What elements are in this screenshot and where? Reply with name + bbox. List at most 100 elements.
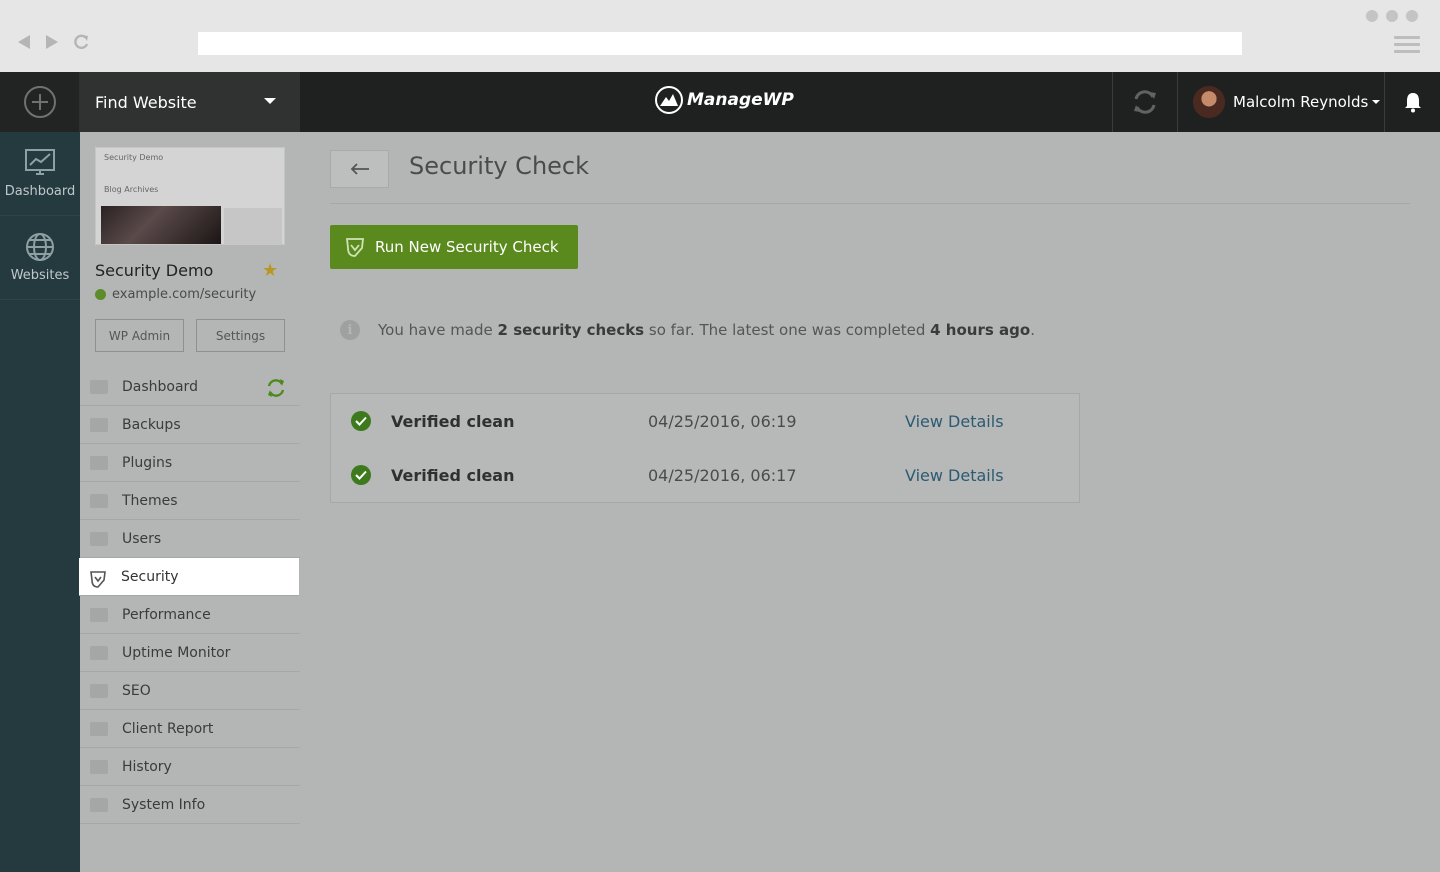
back-arrow-icon[interactable] [16,33,34,53]
user-menu[interactable]: Malcolm Reynolds [1193,72,1381,132]
sidebar-item-label: Themes [122,492,178,509]
thumb-sidebar [224,208,282,244]
find-website-dropdown[interactable]: Find Website [80,72,300,132]
arrow-left-icon [350,163,369,175]
site-status-globe-icon [95,289,106,300]
site-name: Security Demo [95,261,214,280]
plus-circle-icon [23,86,56,118]
check-date: 04/25/2016, 06:19 [648,411,797,431]
sidebar-item-security[interactable]: Security [79,558,299,596]
shield-icon [89,570,107,588]
thumb-blog: Blog Archives [104,185,159,194]
sidebar-item-label: Dashboard [122,378,198,395]
user-caret-icon [1372,100,1381,104]
view-details-link[interactable]: View Details [905,466,1004,485]
sidebar-item-client-report[interactable]: Client Report [80,710,300,748]
logo-text: ManageWP [687,90,794,110]
sidebar-item-history[interactable]: History [80,748,300,786]
divider [330,203,1410,204]
info-message: i You have made 2 security checks so far… [340,320,1035,340]
hamburger-menu-icon[interactable] [1394,36,1420,57]
sidebar-item-plugins[interactable]: Plugins [80,444,300,482]
chevron-down-icon [264,98,276,104]
server-icon [90,797,108,812]
info-icon: i [340,320,360,340]
thumb-image [101,206,221,244]
wp-admin-button[interactable]: WP Admin [95,319,184,352]
avatar [1193,86,1225,118]
sidebar-item-backups[interactable]: Backups [80,406,300,444]
sidebar-item-label: History [122,758,172,775]
list-item: Verified clean 04/25/2016, 06:19 View De… [331,394,1079,448]
app-topbar: Find Website ManageWP Malcolm Reynolds [0,72,1440,132]
check-status: Verified clean [391,411,515,431]
window-dots [1366,10,1418,22]
view-details-link[interactable]: View Details [905,412,1004,431]
sidebar-item-label: SEO [122,682,151,699]
globe-icon [26,233,54,261]
run-security-check-button[interactable]: Run New Security Check [330,225,578,269]
list-item: Verified clean 04/25/2016, 06:17 View De… [331,448,1079,502]
url-bar[interactable] [198,32,1242,55]
security-checks-list: Verified clean 04/25/2016, 06:19 View De… [330,393,1080,503]
rail-item-dashboard[interactable]: Dashboard [0,132,80,216]
find-website-label: Find Website [95,92,197,112]
check-circle-icon [351,465,371,485]
rail-item-websites[interactable]: Websites [0,216,80,300]
backup-icon [90,417,108,432]
sidebar-item-dashboard[interactable]: Dashboard [80,368,300,406]
favorite-star-icon[interactable]: ★ [262,260,278,281]
sidebar-item-label: Performance [122,606,211,623]
refresh-icon [1134,90,1156,114]
rail-label-websites: Websites [10,268,70,283]
sidebar-item-label: Plugins [122,454,173,471]
notifications-button[interactable] [1384,72,1440,132]
sidebar-item-label: Users [122,530,162,547]
sidebar-item-label: Client Report [122,720,214,737]
shield-icon [345,238,365,257]
palette-icon [90,493,108,508]
latest-time: 4 hours ago [930,321,1031,339]
sidebar-item-label: Security [121,568,179,585]
reload-icon[interactable] [72,33,90,53]
rail-label-dashboard: Dashboard [4,184,76,199]
main-content: Security Check Run New Security Check i … [300,132,1440,872]
forward-arrow-icon[interactable] [44,33,62,53]
logo-mountain-icon [655,86,683,114]
sidebar-item-themes[interactable]: Themes [80,482,300,520]
back-button[interactable] [330,150,389,188]
user-icon [90,531,108,546]
user-name: Malcolm Reynolds [1233,93,1369,111]
sidebar-item-system-info[interactable]: System Info [80,786,300,824]
sync-all-button[interactable] [1112,72,1178,132]
check-status: Verified clean [391,465,515,485]
sidebar-item-users[interactable]: Users [80,520,300,558]
sidebar-item-performance[interactable]: Performance [80,596,300,634]
sidebar-item-label: System Info [122,796,206,813]
site-url-text: example.com/security [112,287,257,302]
monitor-icon [90,379,108,394]
settings-button[interactable]: Settings [196,319,285,352]
info-text: You have made 2 security checks so far. … [378,321,1035,339]
bell-icon [1404,93,1421,113]
check-count: 2 security checks [497,321,645,339]
site-menu: Dashboard Backups Plugins Themes Users S… [79,368,300,824]
sync-icon[interactable] [266,378,286,398]
add-website-button[interactable] [0,72,80,132]
page-title: Security Check [409,152,590,180]
arrow-up-icon [90,645,108,660]
thumb-title: Security Demo [104,153,164,162]
site-url[interactable]: example.com/security [95,287,256,302]
browser-chrome [0,0,1440,72]
left-rail: Dashboard Websites [0,132,80,872]
clock-icon [90,759,108,774]
run-button-label: Run New Security Check [375,238,559,256]
megaphone-icon [90,683,108,698]
check-circle-icon [351,411,371,431]
sidebar-item-uptime-monitor[interactable]: Uptime Monitor [80,634,300,672]
site-thumbnail[interactable]: Security Demo Blog Archives [95,147,285,245]
monitor-chart-icon [25,149,55,175]
plug-icon [90,455,108,470]
check-date: 04/25/2016, 06:17 [648,465,797,485]
sidebar-item-seo[interactable]: SEO [80,672,300,710]
